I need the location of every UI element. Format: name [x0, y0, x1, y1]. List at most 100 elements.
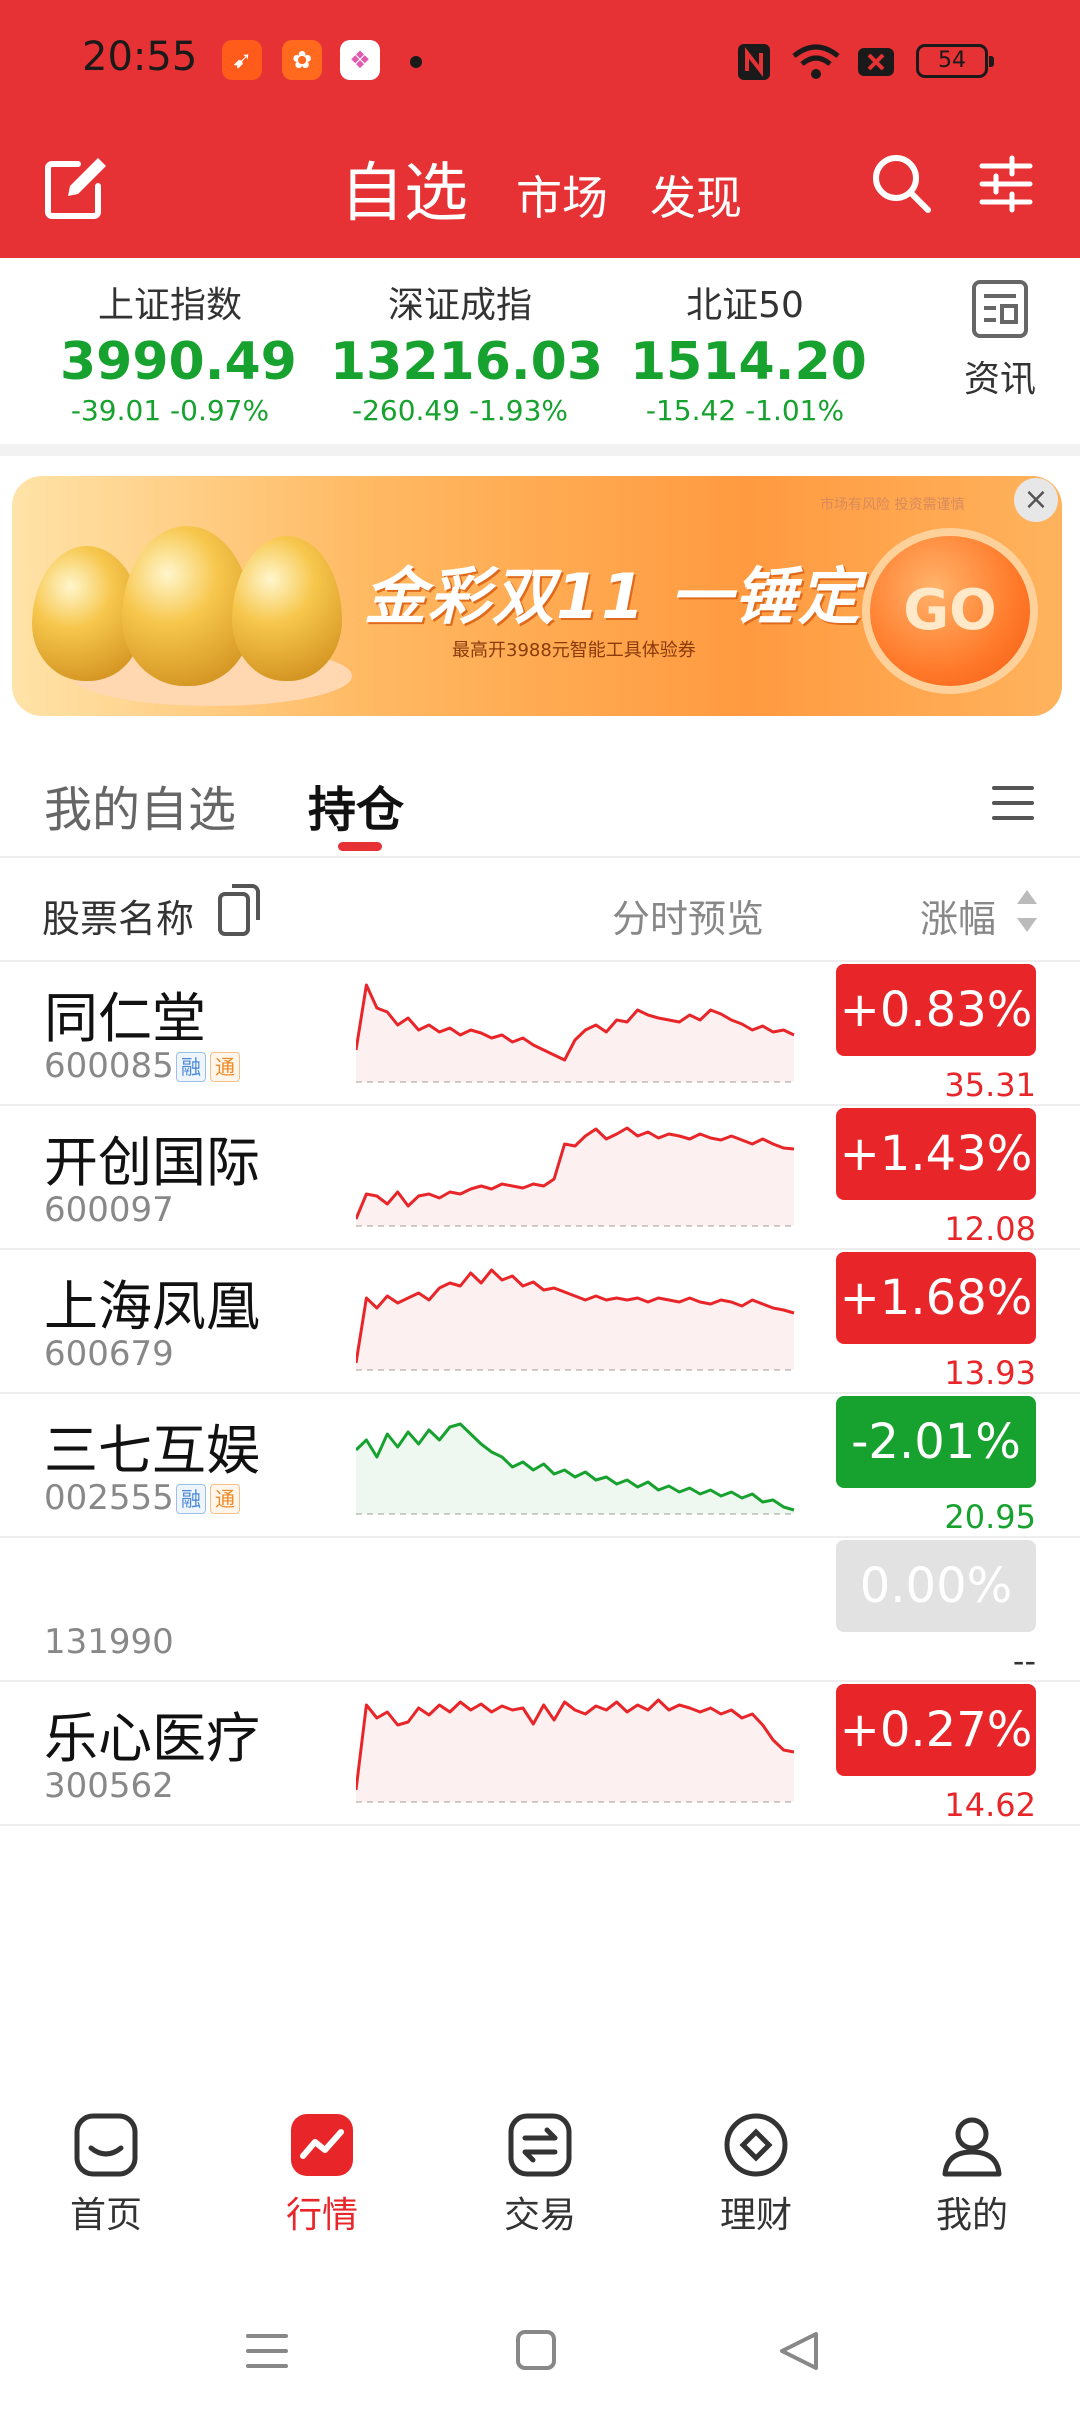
- nav-trade[interactable]: 交易: [490, 2110, 590, 2238]
- stock-name: 上海凤凰: [44, 1275, 260, 1338]
- index-name: 上证指数: [97, 285, 242, 326]
- stock-row[interactable]: 同仁堂 600085 融通 +0.83% 35.31: [0, 962, 1080, 1106]
- nav-label: 首页: [69, 2195, 142, 2236]
- nav-wealth[interactable]: 理财: [706, 2110, 806, 2238]
- stock-price: 20.95: [944, 1498, 1036, 1536]
- home-icon: [74, 2113, 138, 2177]
- notification-dot: [410, 56, 422, 68]
- list-tabs: 我的自选 持仓: [0, 740, 1080, 858]
- back-icon[interactable]: [776, 2328, 822, 2374]
- stock-price: 13.93: [944, 1354, 1036, 1392]
- copy-icon[interactable]: [216, 880, 264, 940]
- change-badge[interactable]: +1.68%: [836, 1252, 1036, 1344]
- stock-code: 600085: [44, 1046, 174, 1086]
- section-divider: [0, 444, 1080, 456]
- index-change: -15.42 -1.01%: [645, 394, 845, 427]
- active-tab-indicator: [338, 842, 382, 851]
- banner-title: 金彩双11 一锤定财: [364, 560, 926, 633]
- news-icon: [972, 280, 1028, 338]
- intraday-sparkline: [356, 1422, 795, 1515]
- index-change: -39.01 -0.97%: [70, 394, 270, 427]
- intraday-sparkline: [356, 1268, 795, 1371]
- system-nav-bar: [0, 2300, 1080, 2412]
- stock-row[interactable]: 乐心医疗 300562 +0.27% 14.62: [0, 1682, 1080, 1826]
- profile-icon: [942, 2117, 1002, 2177]
- menu-icon[interactable]: [990, 780, 1036, 826]
- stock-price: 35.31: [944, 1066, 1036, 1104]
- index-strip: 上证指数 3990.49 -39.01 -0.97% 深证成指 13216.03…: [0, 258, 1080, 444]
- news-button[interactable]: 资讯: [952, 278, 1048, 402]
- index-shenzhen[interactable]: 深证成指 13216.03 -260.49 -1.93%: [330, 276, 604, 427]
- banner-close-icon[interactable]: ×: [1014, 478, 1058, 522]
- wifi-icon: [792, 44, 840, 79]
- news-label: 资讯: [963, 359, 1036, 400]
- change-badge[interactable]: 0.00%: [836, 1540, 1036, 1632]
- nav-bar: 自选 市场 发现: [0, 120, 1080, 258]
- wealth-icon: [724, 2113, 788, 2177]
- nav-label: 理财: [719, 2195, 792, 2236]
- index-beijing50[interactable]: 北证50 1514.20 -15.42 -1.01%: [630, 276, 867, 427]
- stock-code: 600679: [44, 1334, 174, 1374]
- edit-icon[interactable]: [40, 154, 110, 224]
- index-value: 1514.20: [630, 332, 867, 392]
- column-preview: 分时预览: [612, 897, 765, 941]
- index-value: 13216.03: [330, 332, 604, 392]
- banner-go-button[interactable]: GO: [870, 536, 1030, 686]
- stock-name: 乐心医疗: [44, 1707, 260, 1770]
- nfc-icon: [738, 44, 770, 80]
- tab-market[interactable]: 市场: [516, 162, 608, 228]
- sparkline-area: [356, 1128, 794, 1226]
- stock-price: --: [1012, 1642, 1036, 1680]
- index-name: 深证成指: [387, 285, 532, 326]
- settings-sliders-icon[interactable]: [978, 154, 1034, 214]
- change-badge[interactable]: +1.43%: [836, 1108, 1036, 1200]
- column-change[interactable]: 涨幅: [920, 888, 996, 943]
- index-shanghai[interactable]: 上证指数 3990.49 -39.01 -0.97%: [60, 276, 297, 427]
- market-icon: [291, 2114, 353, 2176]
- search-icon[interactable]: [868, 150, 934, 216]
- nav-label: 行情: [285, 2195, 358, 2236]
- nav-profile[interactable]: 我的: [922, 2110, 1022, 2238]
- app-orange-icon: ➹: [222, 40, 262, 80]
- home-square-icon[interactable]: [514, 2328, 558, 2372]
- bottom-nav: 首页 行情 交易 理财 我的: [0, 2100, 1080, 2260]
- stock-row[interactable]: 开创国际 600097 +1.43% 12.08: [0, 1106, 1080, 1250]
- index-value: 3990.49: [60, 332, 297, 392]
- status-time: 20:55: [82, 34, 198, 80]
- margin-tag: 融: [176, 1052, 206, 1082]
- stock-code: 300562: [44, 1766, 174, 1806]
- stock-row[interactable]: 三七互娱 002555 融通 -2.01% 20.95: [0, 1394, 1080, 1538]
- index-change: -260.49 -1.93%: [351, 394, 569, 427]
- recent-apps-icon[interactable]: [244, 2328, 290, 2374]
- stock-code: 600097: [44, 1190, 174, 1230]
- stock-name: 开创国际: [44, 1131, 260, 1194]
- tab-my-watchlist[interactable]: 我的自选: [44, 770, 236, 840]
- nav-home[interactable]: 首页: [56, 2110, 156, 2238]
- stock-tags: 融通: [176, 1484, 244, 1514]
- sim-x-icon: [858, 48, 894, 76]
- promo-banner[interactable]: 市场有风险 投资需谨慎 金彩双11 一锤定财 最高开3988元智能工具体验券 G…: [12, 476, 1062, 716]
- connect-tag: 通: [210, 1484, 240, 1514]
- tab-holdings[interactable]: 持仓: [308, 770, 404, 840]
- stock-name: 三七互娱: [44, 1419, 260, 1482]
- stock-code: 002555: [44, 1478, 174, 1518]
- battery-icon: 54: [916, 44, 994, 78]
- column-header: 股票名称 分时预览 涨幅: [0, 858, 1080, 962]
- stock-code: 131990: [44, 1622, 174, 1662]
- nav-market[interactable]: 行情: [272, 2110, 372, 2238]
- app-gallery-icon: ❖: [340, 40, 380, 80]
- tab-discover[interactable]: 发现: [650, 162, 742, 228]
- sort-icon[interactable]: [1014, 886, 1040, 936]
- stock-price: 12.08: [944, 1210, 1036, 1248]
- tab-watchlist[interactable]: 自选: [340, 142, 468, 234]
- sparkline-area: [356, 1700, 794, 1802]
- golden-egg-icon: [232, 536, 342, 681]
- change-badge[interactable]: +0.83%: [836, 964, 1036, 1056]
- stock-row[interactable]: 上海凤凰 600679 +1.68% 13.93: [0, 1250, 1080, 1394]
- stock-row[interactable]: 131990 0.00% --: [0, 1538, 1080, 1682]
- sparkline-area: [356, 1270, 794, 1370]
- stock-tags: 融通: [176, 1052, 244, 1082]
- change-badge[interactable]: +0.27%: [836, 1684, 1036, 1776]
- change-badge[interactable]: -2.01%: [836, 1396, 1036, 1488]
- connect-tag: 通: [210, 1052, 240, 1082]
